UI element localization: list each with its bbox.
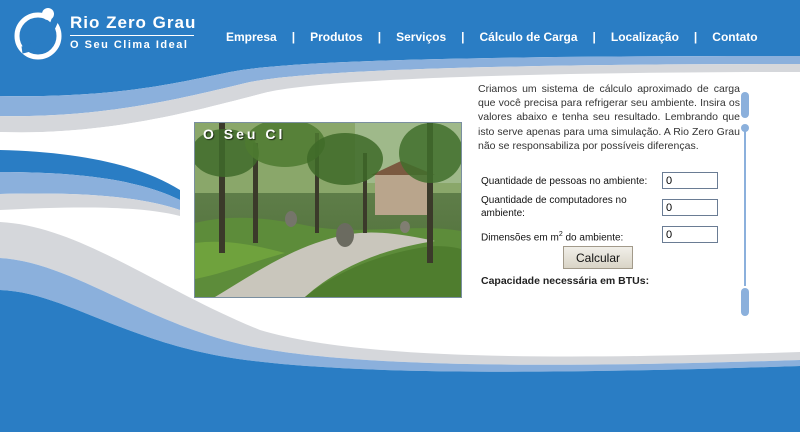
- logo-emblem-icon: [14, 8, 62, 60]
- computers-input[interactable]: [662, 199, 718, 216]
- main-nav: Empresa | Produtos | Serviços | Cálculo …: [226, 28, 758, 46]
- intro-text: Criamos um sistema de cálculo aproximado…: [478, 83, 740, 152]
- brand-divider: [70, 35, 194, 36]
- brand-name: Rio Zero Grau: [70, 13, 197, 32]
- nav-produtos[interactable]: Produtos: [310, 30, 363, 44]
- photo-caption: O Seu Cl: [203, 126, 286, 142]
- brand-slogan: O Seu Clima Ideal: [70, 39, 189, 51]
- area-label-prefix: Dimensões em m: [481, 232, 559, 244]
- nav-servicos[interactable]: Serviços: [396, 30, 446, 44]
- nav-calculo-de-carga[interactable]: Cálculo de Carga: [480, 30, 578, 44]
- area-label: Dimensões em m2 do ambiente:: [481, 228, 623, 244]
- calculate-button[interactable]: Calcular: [563, 246, 633, 269]
- garden-photo: O Seu Cl: [194, 122, 462, 298]
- nav-separator: |: [461, 30, 465, 44]
- nav-empresa[interactable]: Empresa: [226, 30, 277, 44]
- area-input[interactable]: [662, 226, 718, 243]
- nav-separator: |: [291, 30, 296, 44]
- logo[interactable]: Rio Zero Grau O Seu Clima Ideal: [12, 4, 202, 66]
- nav-separator: |: [693, 30, 698, 44]
- nav-contato[interactable]: Contato: [712, 30, 757, 44]
- computers-label: Quantidade de computadores no ambiente:: [481, 195, 627, 219]
- result-label: Capacidade necessária em BTUs:: [481, 275, 650, 287]
- nav-localizacao[interactable]: Localização: [611, 30, 679, 44]
- nav-separator: |: [592, 30, 596, 44]
- garden-image: [195, 123, 461, 297]
- area-label-suffix: do ambiente:: [562, 232, 624, 244]
- people-input[interactable]: [662, 172, 718, 189]
- nav-separator: |: [377, 30, 382, 44]
- people-label: Quantidade de pessoas no ambiente:: [481, 176, 648, 187]
